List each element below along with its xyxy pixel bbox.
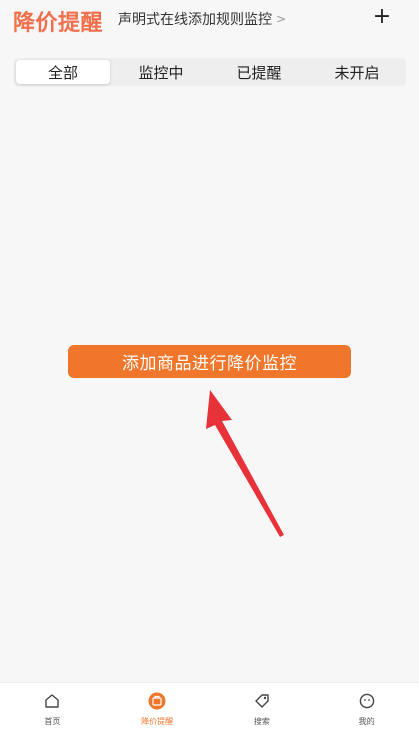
home-icon <box>43 692 61 710</box>
arrow-annotation-icon <box>206 390 284 537</box>
chevron-right-icon: > <box>276 12 287 26</box>
price-alert-icon <box>148 692 166 710</box>
nav-profile-label: 我的 <box>358 717 375 726</box>
nav-home[interactable]: 首页 <box>0 683 105 734</box>
add-button[interactable]: + <box>371 4 393 29</box>
tag-icon <box>253 692 271 710</box>
nav-search-label: 搜索 <box>253 717 270 726</box>
tab-all[interactable]: 全部 <box>16 60 110 84</box>
nav-price-alert[interactable]: 降价提醒 <box>105 683 210 734</box>
add-product-monitor-button[interactable]: 添加商品进行降价监控 <box>68 345 351 378</box>
bottom-nav: 首页 降价提醒 搜索 我的 <box>0 682 419 734</box>
tab-monitoring[interactable]: 监控中 <box>114 60 208 84</box>
rule-link-label: 声明式在线添加规则监控 <box>118 12 272 28</box>
nav-profile[interactable]: 我的 <box>314 683 419 734</box>
nav-search[interactable]: 搜索 <box>210 683 315 734</box>
rule-link[interactable]: 声明式在线添加规则监控 > <box>118 9 286 29</box>
header: 降价提醒 声明式在线添加规则监控 > + <box>0 0 419 40</box>
nav-home-label: 首页 <box>44 717 61 726</box>
nav-price-alert-label: 降价提醒 <box>141 717 174 726</box>
screen: 降价提醒 声明式在线添加规则监控 > + 全部 监控中 已提醒 未开启 添加商品… <box>0 0 419 734</box>
profile-icon <box>358 692 376 710</box>
filter-tabs: 全部 监控中 已提醒 未开启 <box>14 58 406 86</box>
tab-reminded[interactable]: 已提醒 <box>212 60 306 84</box>
page-title: 降价提醒 <box>13 11 104 36</box>
tab-not-enabled[interactable]: 未开启 <box>310 60 404 84</box>
